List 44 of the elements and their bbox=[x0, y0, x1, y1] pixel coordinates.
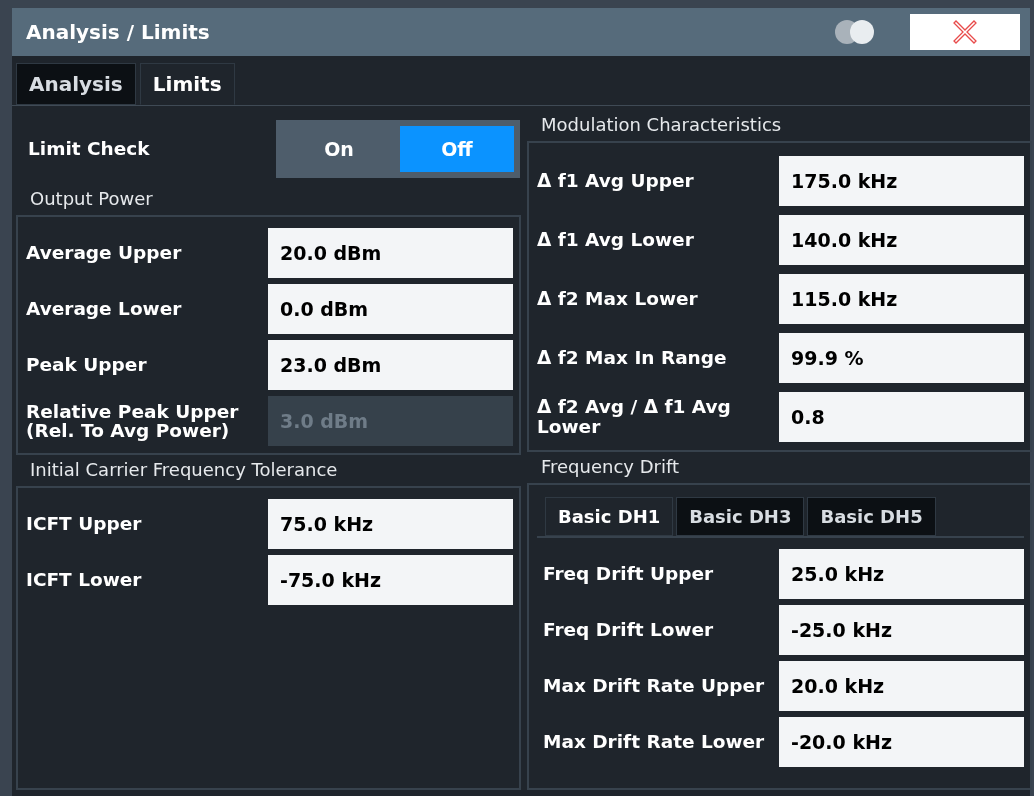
transparency-icon[interactable] bbox=[834, 19, 876, 45]
group-title: Frequency Drift bbox=[540, 455, 681, 479]
group-title: Modulation Characteristics bbox=[540, 114, 783, 137]
field-label: Freq Drift Upper bbox=[542, 564, 715, 584]
tab[interactable]: Basic DH3 bbox=[676, 497, 805, 536]
field-label: Δ f2 Max Lower bbox=[537, 288, 699, 309]
input-field[interactable]: 23.0 dBm bbox=[268, 340, 513, 390]
field-label: Δ f2 Avg / Δ f1 Avg Lower bbox=[537, 397, 732, 436]
field-label: Max Drift Rate Lower bbox=[542, 732, 766, 752]
field-label: ICFT Upper bbox=[26, 514, 143, 534]
close-icon bbox=[952, 19, 978, 45]
input-field[interactable]: 25.0 kHz bbox=[779, 549, 1024, 599]
field-label: Average Lower bbox=[26, 299, 183, 319]
input-field[interactable]: 140.0 kHz bbox=[779, 214, 1024, 265]
field-label: Max Drift Rate Upper bbox=[542, 676, 766, 696]
close-button[interactable] bbox=[910, 14, 1020, 50]
group-title: Output Power bbox=[29, 187, 154, 211]
field-label: Δ f2 Max In Range bbox=[537, 347, 728, 368]
field-label: Limit Check bbox=[28, 139, 151, 159]
tab[interactable]: Basic DH1 bbox=[545, 497, 674, 536]
group-title: Initial Carrier Frequency Tolerance bbox=[29, 458, 339, 482]
field-label: ICFT Lower bbox=[26, 570, 143, 590]
input-field[interactable]: 99.9 % bbox=[779, 332, 1024, 383]
field-label: Peak Upper bbox=[26, 355, 148, 375]
input-field[interactable]: 175.0 kHz bbox=[779, 155, 1024, 206]
input-field[interactable]: 20.0 kHz bbox=[779, 661, 1024, 711]
tab[interactable]: Analysis bbox=[16, 63, 136, 105]
input-field[interactable]: 20.0 dBm bbox=[268, 228, 513, 278]
field-label: Δ f1 Avg Lower bbox=[537, 229, 695, 250]
input-field[interactable]: 75.0 kHz bbox=[268, 499, 513, 549]
input-field[interactable]: -75.0 kHz bbox=[268, 555, 513, 605]
window-title: Analysis / Limits bbox=[26, 20, 211, 44]
input-field[interactable]: -25.0 kHz bbox=[779, 605, 1024, 655]
input-field[interactable]: 115.0 kHz bbox=[779, 273, 1024, 324]
toggle-option[interactable]: On bbox=[282, 126, 396, 172]
field-label: Δ f1 Avg Upper bbox=[537, 170, 695, 191]
field-label: Freq Drift Lower bbox=[542, 620, 715, 640]
input-field[interactable]: 0.8 bbox=[779, 391, 1024, 442]
field-label: Average Upper bbox=[26, 243, 183, 263]
input-field[interactable]: -20.0 kHz bbox=[779, 717, 1024, 767]
tab[interactable]: Limits bbox=[139, 63, 235, 105]
tab[interactable]: Basic DH5 bbox=[807, 497, 936, 536]
input-field[interactable]: 0.0 dBm bbox=[268, 284, 513, 334]
field-label: Relative Peak Upper (Rel. To Avg Power) bbox=[26, 401, 240, 441]
